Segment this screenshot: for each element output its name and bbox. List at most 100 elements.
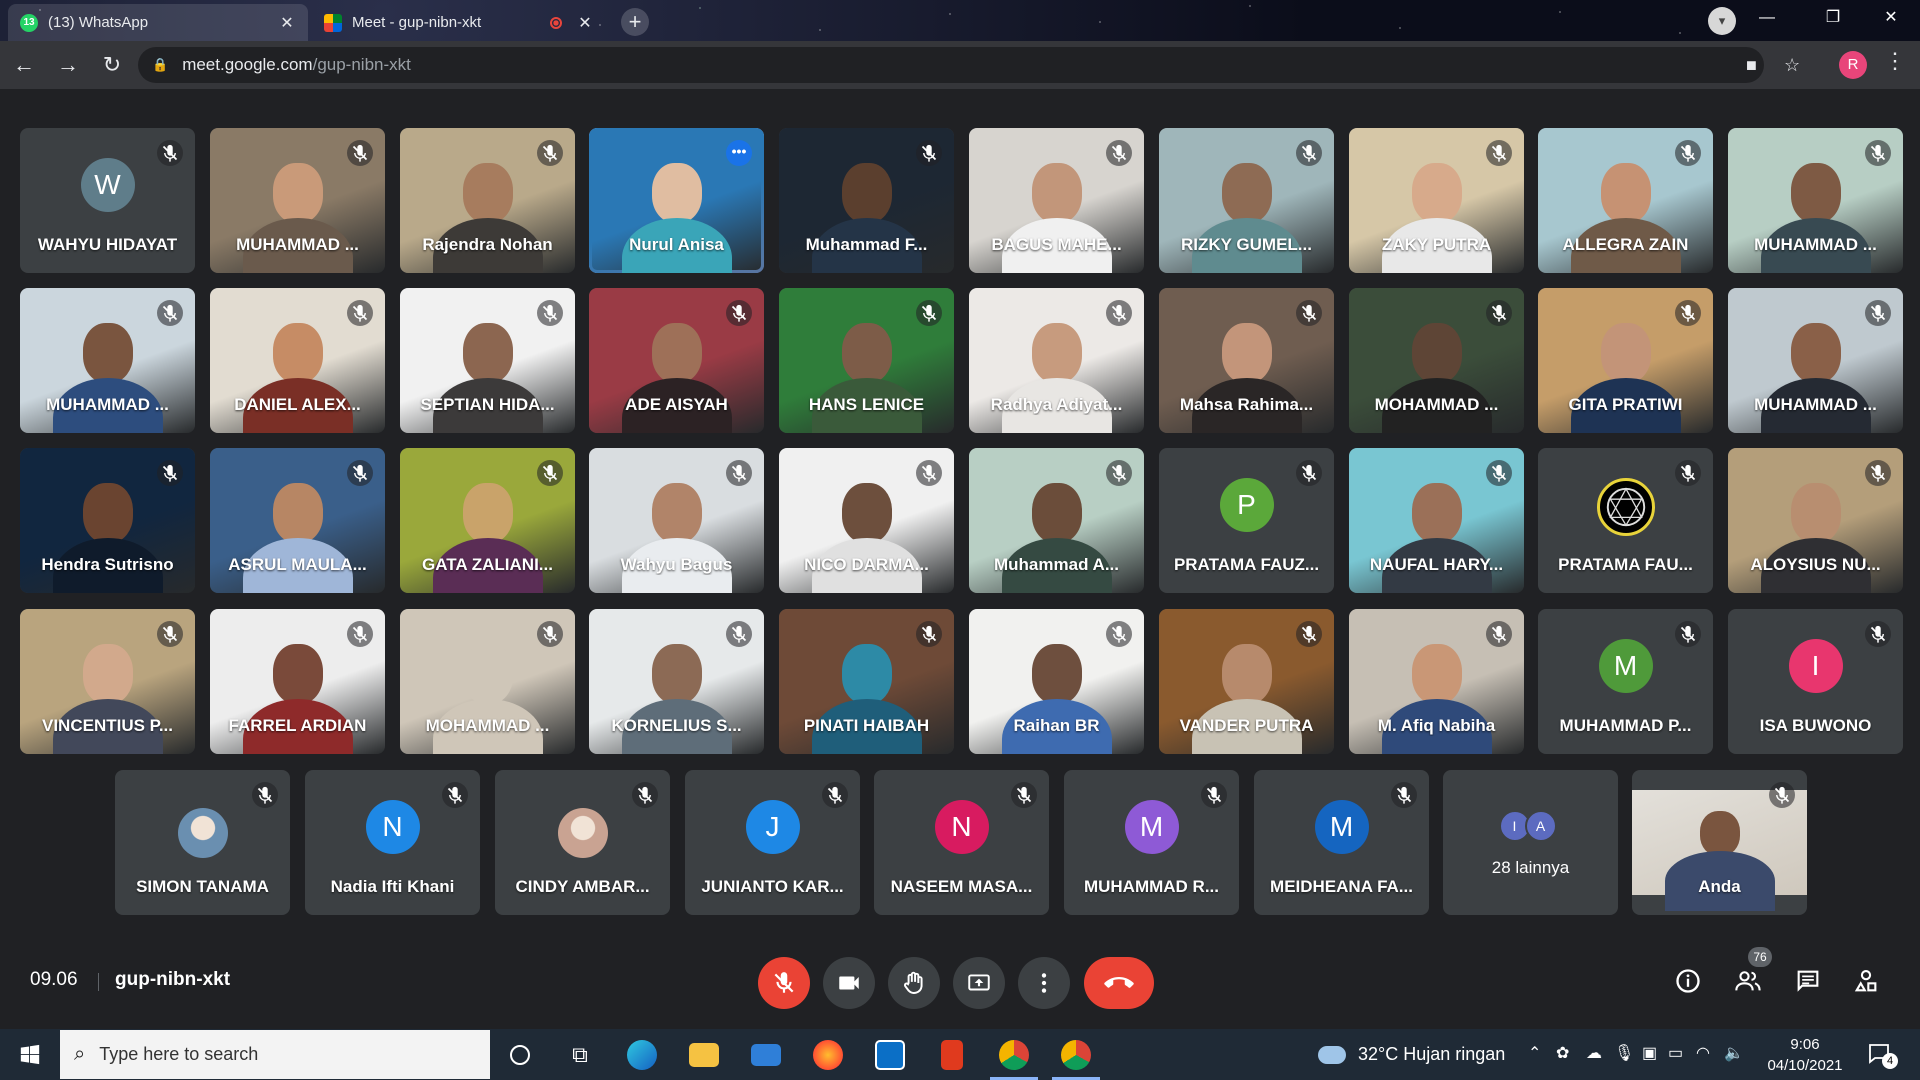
participant-tile[interactable]: Raihan BR [969,609,1144,754]
tab-whatsapp[interactable]: 13 (13) WhatsApp ✕ [8,4,308,41]
tab-meet[interactable]: Meet - gup-nibn-xkt ✕ [312,4,606,41]
profile-avatar[interactable]: R [1839,51,1867,79]
camera-in-use-icon[interactable]: ■ [1746,47,1757,83]
self-view-tile[interactable]: Anda [1632,770,1807,915]
taskbar-store[interactable] [860,1029,920,1080]
participant-tile[interactable]: Nurul Anisa ••• [589,128,764,273]
participant-tile[interactable]: RIZKY GUMEL... [1159,128,1334,273]
more-options-button[interactable] [1018,957,1070,1009]
show-hidden-icons[interactable]: ⌃ [1528,1043,1541,1063]
wifi-icon[interactable]: ◠ [1696,1043,1710,1063]
camera-tray-icon[interactable]: ▣ [1642,1043,1657,1063]
taskbar-chrome-2[interactable] [1046,1029,1106,1080]
volume-icon[interactable]: 🔈 [1724,1043,1744,1063]
participant-tile[interactable]: SIMON TANAMA [115,770,290,915]
participant-tile[interactable]: BAGUS MAHE... [969,128,1144,273]
chrome-menu-icon[interactable]: ⋮ [1884,48,1906,74]
participant-tile[interactable]: M MUHAMMAD R... [1064,770,1239,915]
cortana-button[interactable] [490,1029,550,1080]
participant-tile[interactable]: W WAHYU HIDAYAT [20,128,195,273]
raise-hand-button[interactable] [888,957,940,1009]
close-window-icon[interactable]: ✕ [1868,0,1914,36]
taskbar-chrome-1[interactable] [984,1029,1044,1080]
meeting-details-button[interactable] [1670,963,1706,999]
camera-toggle-button[interactable] [823,957,875,1009]
participant-tile[interactable]: NICO DARMA... [779,448,954,593]
participant-tile[interactable]: N NASEEM MASA... [874,770,1049,915]
tab-search-icon[interactable]: ▾ [1708,7,1736,35]
participant-tile[interactable]: MUHAMMAD ... [1728,128,1903,273]
participant-tile[interactable]: N Nadia Ifti Khani [305,770,480,915]
mic-toggle-button[interactable] [758,957,810,1009]
bookmark-star-icon[interactable]: ☆ [1784,47,1800,83]
onedrive-icon[interactable]: ☁ [1586,1043,1602,1063]
new-tab-button[interactable]: + [621,8,649,36]
taskbar-explorer[interactable] [674,1029,734,1080]
participant-tile[interactable]: FARREL ARDIAN [210,609,385,754]
participant-tile[interactable]: PRATAMA FAU... [1538,448,1713,593]
participant-tile[interactable]: ZAKY PUTRA [1349,128,1524,273]
participant-tile[interactable]: MOHAMMAD ... [1349,288,1524,433]
participant-tile[interactable]: CINDY AMBAR... [495,770,670,915]
activities-button[interactable] [1848,963,1884,999]
participant-tile[interactable]: KORNELIUS S... [589,609,764,754]
mic-tray-icon[interactable]: 🎙 [1614,1043,1634,1063]
notifications-button[interactable]: 4 [1866,1041,1898,1069]
present-button[interactable] [953,957,1005,1009]
show-everyone-button[interactable] [1730,963,1766,999]
restore-icon[interactable]: ❐ [1810,0,1856,36]
taskbar-firefox[interactable] [798,1029,858,1080]
participant-tile[interactable]: Wahyu Bagus [589,448,764,593]
participant-tile[interactable]: Rajendra Nohan [400,128,575,273]
participant-tile[interactable]: ALLEGRA ZAIN [1538,128,1713,273]
participant-tile[interactable]: MUHAMMAD ... [210,128,385,273]
forward-icon[interactable]: → [48,45,88,85]
participant-tile[interactable]: P PRATAMA FAUZ... [1159,448,1334,593]
taskbar-search-box[interactable]: ⌕ Type here to search [60,1030,490,1079]
participant-tile[interactable]: J JUNIANTO KAR... [685,770,860,915]
more-options-icon[interactable]: ••• [726,140,752,166]
participant-tile[interactable]: MOHAMMAD ... [400,609,575,754]
taskbar-edge[interactable] [612,1029,672,1080]
end-call-button[interactable] [1084,957,1154,1009]
participant-tile[interactable]: HANS LENICE [779,288,954,433]
participant-tile[interactable]: PINATI HAIBAH [779,609,954,754]
close-tab-icon[interactable]: ✕ [278,13,296,33]
participant-tile[interactable]: Hendra Sutrisno [20,448,195,593]
other-participants-tile[interactable]: I A 28 lainnya [1443,770,1618,915]
back-icon[interactable]: ← [4,45,44,85]
taskbar-clock[interactable]: 9:06 04/10/2021 [1760,1034,1850,1076]
battery-icon[interactable]: ▭ [1668,1043,1683,1063]
participant-tile[interactable]: GITA PRATIWI [1538,288,1713,433]
participant-tile[interactable]: ASRUL MAULA... [210,448,385,593]
participant-tile[interactable]: M. Afiq Nabiha [1349,609,1524,754]
weather-widget[interactable]: 32°C Hujan ringan [1318,1044,1505,1065]
task-view-button[interactable]: ⧉ [550,1029,610,1080]
taskbar-office[interactable] [922,1029,982,1080]
participant-tile[interactable]: VINCENTIUS P... [20,609,195,754]
participant-tile[interactable]: MUHAMMAD ... [1728,288,1903,433]
participant-tile[interactable]: SEPTIAN HIDA... [400,288,575,433]
participant-tile[interactable]: M MEIDHEANA FA... [1254,770,1429,915]
participant-tile[interactable]: Muhammad F... [779,128,954,273]
participant-tile[interactable]: Radhya Adiyat... [969,288,1144,433]
taskbar-mail[interactable] [736,1029,796,1080]
participant-tile[interactable]: MUHAMMAD ... [20,288,195,433]
participant-tile[interactable]: NAUFAL HARY... [1349,448,1524,593]
close-tab-icon[interactable]: ✕ [576,13,594,33]
tray-app-icon[interactable]: ✿ [1556,1043,1569,1063]
minimize-icon[interactable]: — [1744,0,1790,36]
participant-tile[interactable]: M MUHAMMAD P... [1538,609,1713,754]
address-bar[interactable]: 🔒 meet.google.com /gup-nibn-xkt ■ ☆ [138,47,1800,83]
participant-tile[interactable]: GATA ZALIANI... [400,448,575,593]
chat-button[interactable] [1790,963,1826,999]
participant-tile[interactable]: DANIEL ALEX... [210,288,385,433]
participant-tile[interactable]: I ISA BUWONO [1728,609,1903,754]
start-button[interactable] [0,1029,60,1080]
participant-tile[interactable]: ADE AISYAH [589,288,764,433]
participant-tile[interactable]: VANDER PUTRA [1159,609,1334,754]
participant-tile[interactable]: Muhammad A... [969,448,1144,593]
participant-tile[interactable]: Mahsa Rahima... [1159,288,1334,433]
participant-tile[interactable]: ALOYSIUS NU... [1728,448,1903,593]
reload-icon[interactable]: ↻ [92,45,132,85]
